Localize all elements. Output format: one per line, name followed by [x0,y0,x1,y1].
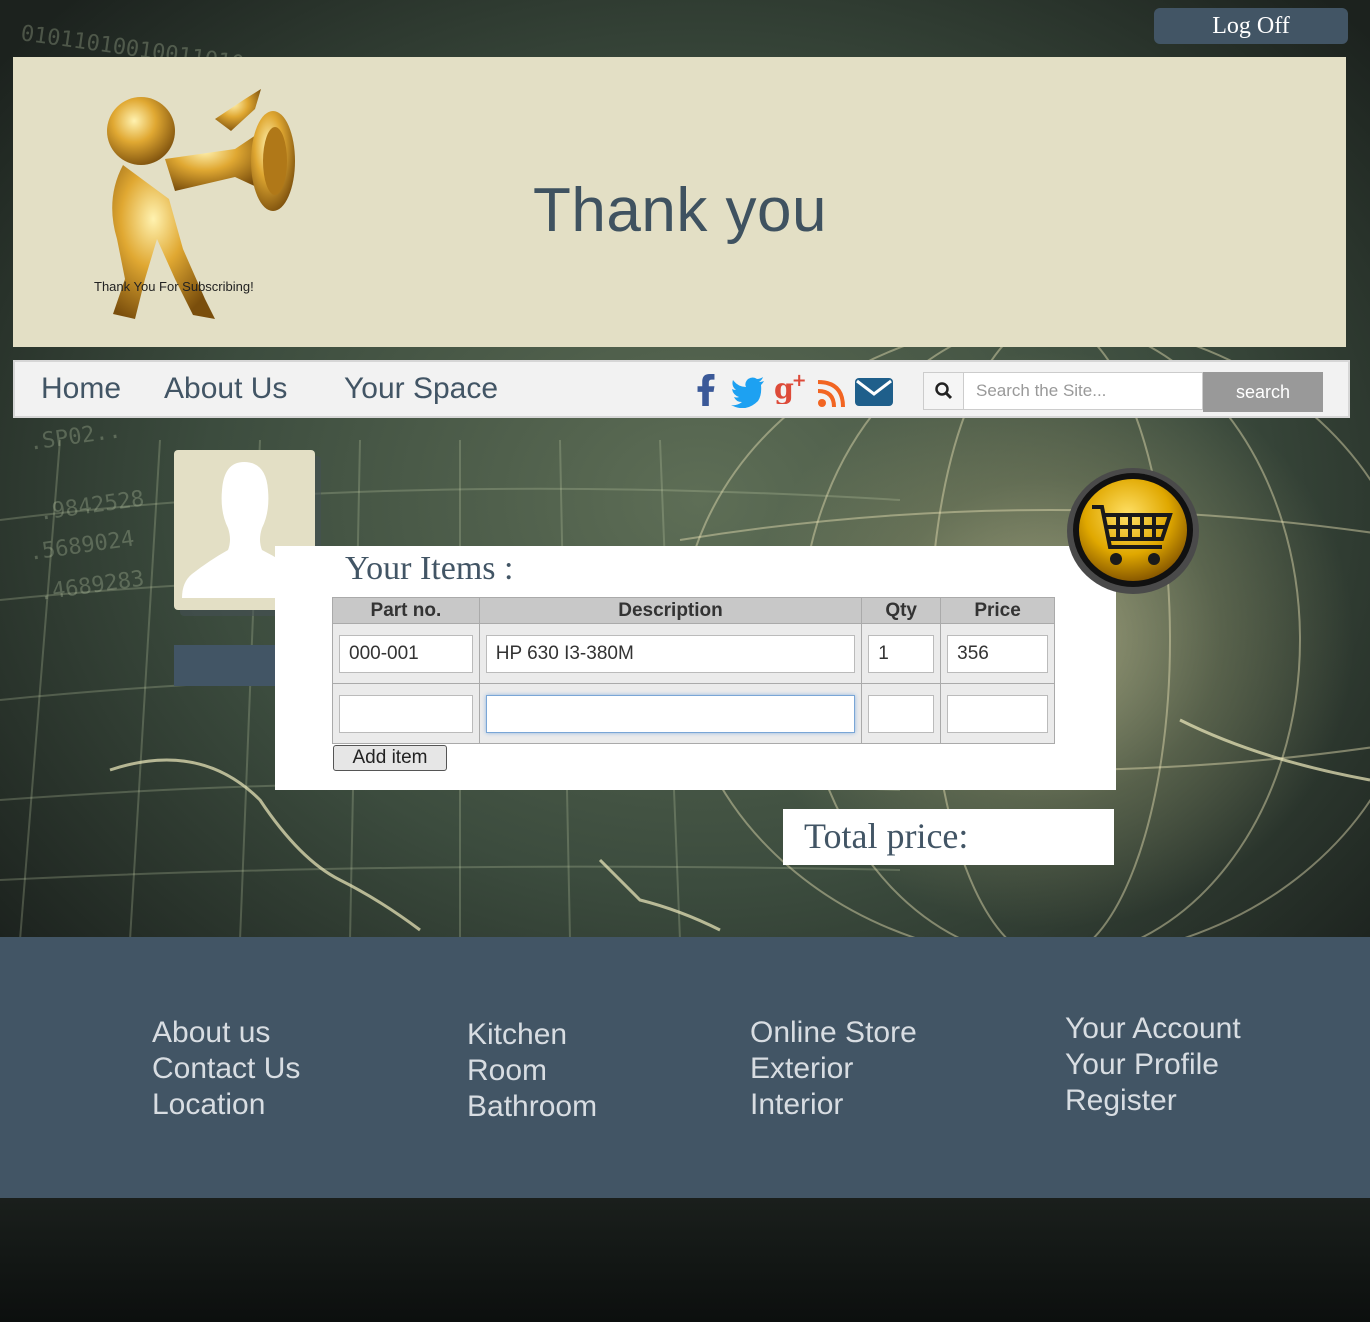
column-header-price: Price [940,597,1055,624]
svg-text:.SP02..: .SP02.. [27,418,122,456]
footer-link-exterior[interactable]: Exterior [750,1051,917,1087]
add-item-button[interactable]: Add item [333,745,447,771]
email-icon[interactable] [855,376,893,408]
svg-text:.5689024: .5689024 [27,526,135,566]
nav-link-your-space[interactable]: Your Space [344,372,498,406]
footer-column-store: Online Store Exterior Interior [750,1015,917,1123]
footer-link-kitchen[interactable]: Kitchen [467,1017,597,1053]
svg-text:.9842528: .9842528 [37,486,145,526]
page-title: Thank you [533,176,828,245]
footer-link-contact-us[interactable]: Contact Us [152,1051,300,1087]
nav-bar: Home About Us Your Space g + search [13,360,1350,418]
footer-link-register[interactable]: Register [1065,1083,1241,1119]
total-price-label: Total price: [804,816,969,856]
part-no-input[interactable] [339,634,473,673]
footer-column-company: About us Contact Us Location [152,1015,300,1123]
column-header-description: Description [478,597,863,624]
svg-text:.4689283: .4689283 [37,566,145,606]
column-header-qty: Qty [861,597,942,624]
qty-input[interactable] [868,694,935,733]
description-input[interactable] [485,634,856,673]
footer: About us Contact Us Location Kitchen Roo… [0,937,1370,1198]
footer-link-room[interactable]: Room [467,1053,597,1089]
search-button[interactable]: search [1203,372,1323,412]
table-row [332,683,1055,744]
footer-column-rooms: Kitchen Room Bathroom [467,1017,597,1125]
items-heading: Your Items : [345,550,514,587]
footer-link-bathroom[interactable]: Bathroom [467,1089,597,1125]
price-input[interactable] [947,634,1048,673]
footer-link-about-us[interactable]: About us [152,1015,300,1051]
table-row [332,623,1055,684]
header-banner: Thank You For Subscribing! Thank you [13,57,1346,347]
footer-link-location[interactable]: Location [152,1087,300,1123]
footer-link-your-profile[interactable]: Your Profile [1065,1047,1241,1083]
price-input[interactable] [947,694,1048,733]
footer-link-your-account[interactable]: Your Account [1065,1011,1241,1047]
nav-link-about-us[interactable]: About Us [164,372,287,406]
google-plus-icon[interactable]: g + [772,372,808,404]
twitter-icon[interactable] [731,376,765,408]
svg-text:+: + [792,372,807,391]
table-header-row: Part no. Description Qty Price [332,597,1055,624]
rss-icon[interactable] [817,378,847,410]
qty-input[interactable] [868,634,935,673]
footer-column-account: Your Account Your Profile Register [1065,1011,1241,1119]
shopping-cart-icon[interactable] [1066,467,1200,595]
nav-link-home[interactable]: Home [41,372,121,406]
part-no-input[interactable] [339,694,473,733]
page-bottom-shade [0,1198,1370,1322]
search-icon[interactable] [923,372,965,410]
total-price-box: Total price: [783,809,1114,865]
search-input[interactable] [963,372,1203,410]
column-header-part-no: Part no. [332,597,480,624]
logoff-button[interactable]: Log Off [1154,8,1348,44]
footer-link-online-store[interactable]: Online Store [750,1015,917,1051]
description-input[interactable] [485,694,856,733]
footer-link-interior[interactable]: Interior [750,1087,917,1123]
mascot-caption: Thank You For Subscribing! [94,279,254,294]
items-table: Part no. Description Qty Price [332,597,1055,744]
facebook-icon[interactable] [695,374,717,406]
items-panel: Your Items : Part no. Description Qty Pr… [275,546,1116,790]
